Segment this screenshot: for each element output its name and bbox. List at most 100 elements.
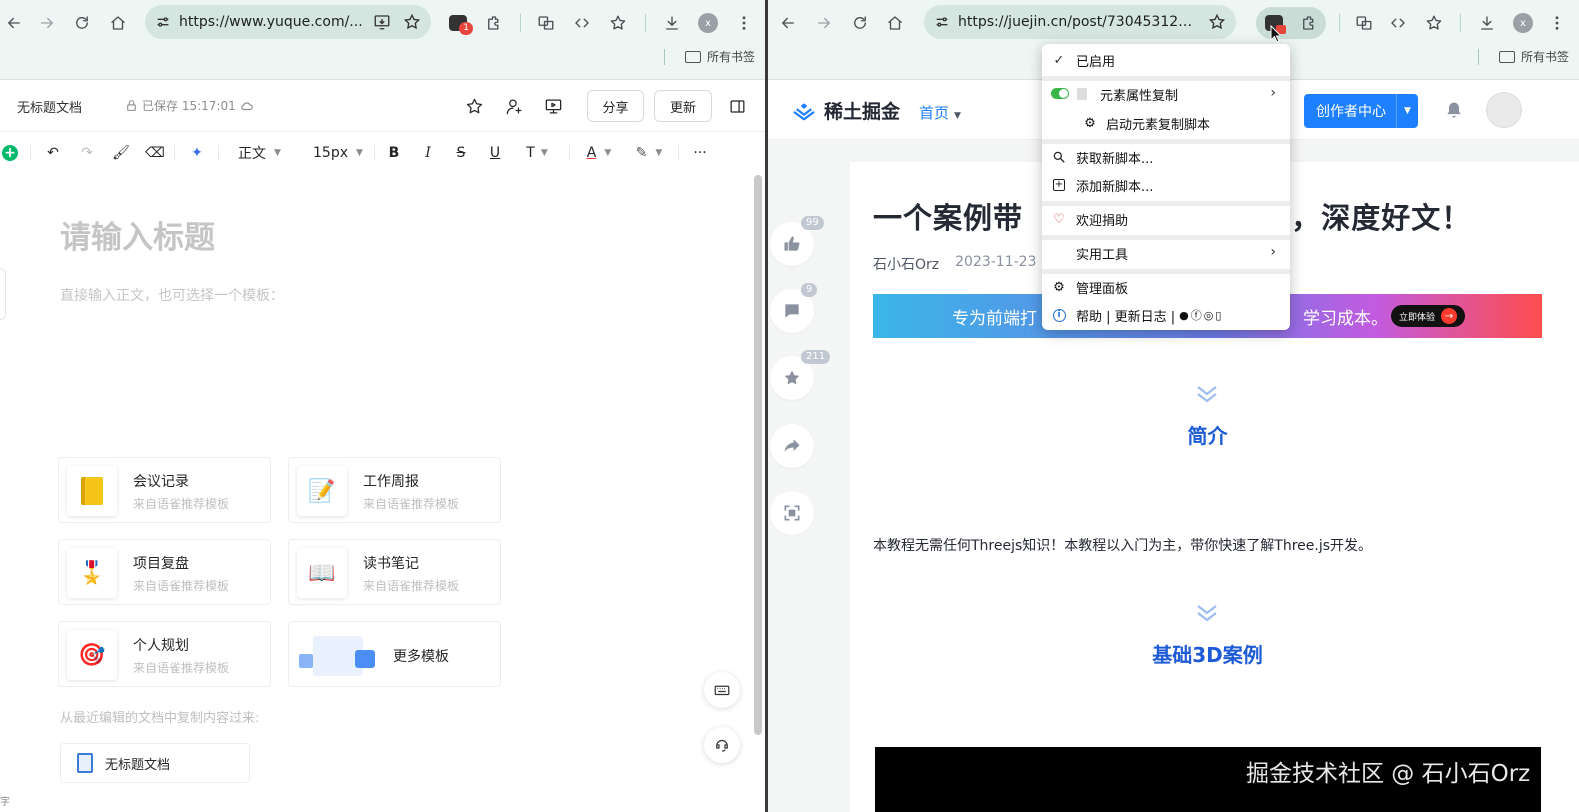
italic-icon[interactable]: I bbox=[419, 143, 437, 163]
toggle-switch-on[interactable] bbox=[1051, 88, 1069, 99]
more-text-format-icon[interactable]: T ▼ bbox=[520, 143, 554, 163]
browser-menu-icon[interactable] bbox=[1543, 6, 1571, 40]
template-card-weekly[interactable]: 📝 工作周报 来自语雀推荐模板 bbox=[288, 457, 501, 523]
keyboard-shortcuts-button[interactable] bbox=[704, 672, 740, 708]
userscript-extension-menu: ✓ 已启用 元素属性复制 › ⚙ 启动元素复制脚本 获取新脚本... + 添加新… bbox=[1042, 44, 1290, 330]
favorite-star-icon[interactable] bbox=[463, 95, 485, 117]
paragraph-style-select[interactable]: 正文 ▼ bbox=[238, 143, 281, 163]
back-icon[interactable] bbox=[0, 6, 28, 40]
ai-assistant-icon[interactable]: ✦ bbox=[186, 143, 208, 163]
menu-item-element-copy[interactable]: 元素属性复制 › bbox=[1042, 80, 1290, 108]
template-card-plan[interactable]: 🎯 个人规划 来自语雀推荐模板 bbox=[58, 621, 271, 687]
like-button[interactable]: 99 bbox=[770, 216, 824, 266]
doc-header bbox=[0, 80, 765, 132]
profile-avatar[interactable]: x bbox=[1509, 6, 1537, 40]
bookmark-star-icon[interactable] bbox=[1208, 13, 1226, 31]
highlight-color-icon[interactable]: ✎ ▼ bbox=[632, 143, 666, 163]
menu-item-tools[interactable]: 实用工具 › bbox=[1042, 239, 1290, 267]
code-icon[interactable] bbox=[568, 6, 596, 40]
extensions-puzzle-icon[interactable] bbox=[480, 6, 508, 40]
reload-icon[interactable] bbox=[68, 6, 96, 40]
format-painter-icon[interactable]: 🖌︎ bbox=[111, 143, 131, 163]
translate-icon[interactable] bbox=[1350, 6, 1378, 40]
address-bar[interactable]: https://www.yuque.com/... bbox=[145, 5, 431, 39]
extension-script-icon[interactable]: 1 bbox=[444, 6, 473, 40]
forward-icon[interactable] bbox=[33, 6, 61, 40]
download-icon[interactable] bbox=[1473, 6, 1501, 40]
help-service-button[interactable] bbox=[704, 727, 740, 763]
menu-item-dashboard[interactable]: ⚙ 管理面板 bbox=[1042, 273, 1290, 301]
clear-format-icon[interactable]: ⌫ bbox=[145, 143, 165, 163]
bold-icon[interactable]: B bbox=[385, 143, 403, 163]
comment-button[interactable]: 9 bbox=[770, 283, 818, 333]
site-settings-icon[interactable] bbox=[934, 14, 950, 30]
extensions-puzzle-icon[interactable] bbox=[1295, 6, 1323, 40]
menu-item-enabled[interactable]: ✓ 已启用 bbox=[1042, 46, 1290, 74]
translate-icon[interactable] bbox=[532, 6, 560, 40]
comment-icon bbox=[785, 304, 799, 318]
sidebar-toggle-icon[interactable] bbox=[726, 95, 748, 117]
try-now-button[interactable]: 立即体验 → bbox=[1391, 305, 1466, 327]
bell-icon[interactable] bbox=[1444, 100, 1464, 120]
all-bookmarks-link[interactable]: 所有书签 bbox=[1521, 48, 1569, 65]
address-bar[interactable]: https://juejin.cn/post/73045312037... bbox=[924, 5, 1236, 39]
creator-dropdown-icon[interactable]: ▼ bbox=[1396, 94, 1418, 128]
url-text: https://www.yuque.com/... bbox=[179, 14, 363, 30]
font-color-icon[interactable]: A ▼ bbox=[582, 143, 616, 163]
menu-item-get-script[interactable]: 获取新脚本... bbox=[1042, 143, 1290, 171]
menu-item-donate[interactable]: ♡ 欢迎捐助 bbox=[1042, 205, 1290, 233]
outline-handle[interactable] bbox=[0, 268, 6, 320]
template-card-more[interactable]: 更多模板 bbox=[288, 621, 501, 687]
menu-item-add-script[interactable]: + 添加新脚本... bbox=[1042, 171, 1290, 199]
reading-star-icon[interactable] bbox=[604, 6, 632, 40]
forward-icon[interactable] bbox=[810, 6, 838, 40]
bookmark-star-icon[interactable] bbox=[403, 13, 421, 31]
update-button[interactable]: 更新 bbox=[654, 90, 712, 122]
nav-home[interactable]: 首页 ▼ bbox=[919, 102, 961, 123]
author-name[interactable]: 石小石Orz bbox=[873, 254, 939, 274]
juejin-logo[interactable]: 稀土掘金 bbox=[790, 97, 900, 124]
install-app-icon[interactable] bbox=[373, 13, 391, 31]
doc-title[interactable]: 无标题文档 bbox=[17, 97, 82, 116]
recent-doc-item[interactable]: 无标题文档 bbox=[60, 743, 250, 783]
template-card-reading[interactable]: 📖 读书笔记 来自语雀推荐模板 bbox=[288, 539, 501, 605]
share-arrow-icon bbox=[784, 439, 800, 452]
home-icon[interactable] bbox=[881, 6, 909, 40]
collect-button[interactable]: 211 bbox=[770, 350, 831, 400]
menu-item-help[interactable]: i 帮助 | 更新日志 | ●ⓕ◎▯ bbox=[1042, 301, 1290, 329]
template-card-review[interactable]: 🎖️ 项目复盘 来自语雀推荐模板 bbox=[58, 539, 271, 605]
site-settings-icon[interactable] bbox=[155, 14, 171, 30]
word-count-label: 字 bbox=[0, 797, 10, 808]
reload-icon[interactable] bbox=[846, 6, 874, 40]
undo-icon[interactable]: ↶ bbox=[43, 143, 63, 163]
insert-plus-button[interactable]: + bbox=[2, 145, 18, 161]
body-hint[interactable]: 直接输入正文，也可选择一个模板： bbox=[60, 285, 284, 305]
font-size-select[interactable]: 15px ▼ bbox=[313, 143, 363, 163]
share-button[interactable]: 分享 bbox=[587, 90, 644, 122]
user-avatar[interactable] bbox=[1486, 92, 1522, 128]
target-icon: 🎯 bbox=[67, 630, 117, 680]
add-collaborator-icon[interactable] bbox=[503, 95, 525, 117]
redo-icon[interactable]: ↷ bbox=[77, 143, 97, 163]
all-bookmarks-link[interactable]: 所有书签 bbox=[707, 48, 755, 65]
underline-icon[interactable]: U bbox=[486, 143, 504, 163]
code-icon[interactable] bbox=[1384, 6, 1412, 40]
back-icon[interactable] bbox=[774, 6, 802, 40]
creator-center-button[interactable]: 创作者中心 ▼ bbox=[1304, 94, 1418, 128]
menu-item-start-script[interactable]: ⚙ 启动元素复制脚本 bbox=[1042, 109, 1290, 137]
profile-avatar[interactable]: x bbox=[694, 6, 722, 40]
reading-star-icon[interactable] bbox=[1420, 6, 1448, 40]
saved-status: 已保存 15:17:01 bbox=[125, 97, 254, 114]
strikethrough-icon[interactable]: S bbox=[452, 143, 470, 163]
more-options-icon[interactable]: ··· bbox=[690, 143, 710, 163]
browser-menu-icon[interactable] bbox=[730, 6, 758, 40]
download-icon[interactable] bbox=[658, 6, 686, 40]
scrollbar[interactable] bbox=[754, 175, 762, 735]
template-card-meeting[interactable]: 会议记录 来自语雀推荐模板 bbox=[58, 457, 271, 523]
title-placeholder[interactable]: 请输入标题 bbox=[60, 212, 215, 257]
home-icon[interactable] bbox=[104, 6, 132, 40]
presentation-icon[interactable] bbox=[542, 95, 564, 117]
share-button[interactable] bbox=[770, 424, 814, 468]
social-links-icons[interactable]: ●ⓕ◎▯ bbox=[1179, 307, 1223, 323]
focus-mode-button[interactable] bbox=[770, 491, 814, 535]
